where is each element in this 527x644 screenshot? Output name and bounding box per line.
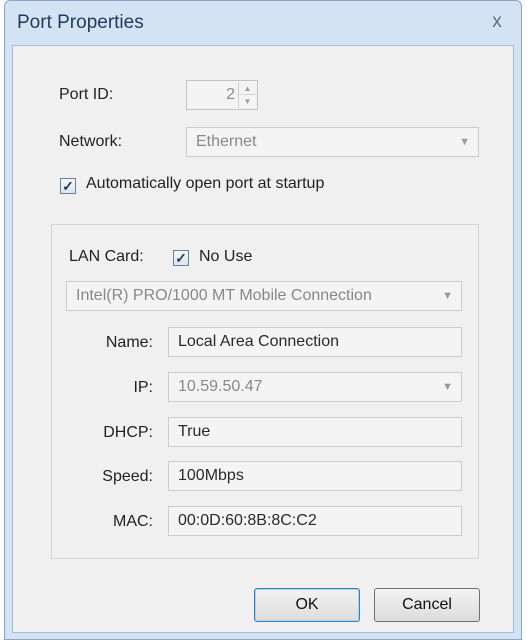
close-icon[interactable]: x (483, 8, 511, 36)
network-dropdown[interactable]: Ethernet ▼ (186, 127, 479, 157)
lan-adapter-value: Intel(R) PRO/1000 MT Mobile Connection (76, 287, 372, 304)
ip-dropdown[interactable]: 10.59.50.47 ▼ (168, 372, 462, 402)
dialog-window: Port Properties x Port ID: 2 ▲ ▼ Network… (4, 0, 522, 640)
name-label: Name: (105, 334, 153, 351)
port-id-spinner[interactable]: 2 ▲ ▼ (186, 80, 258, 110)
dhcp-field: True (168, 417, 462, 447)
ip-value: 10.59.50.47 (178, 378, 263, 395)
auto-open-checkbox[interactable]: ✓ (60, 178, 76, 194)
speed-value: 100Mbps (178, 467, 244, 484)
no-use-checkbox[interactable]: ✓ (173, 250, 189, 266)
ok-button[interactable]: OK (254, 588, 360, 622)
lan-card-label: LAN Card: (69, 248, 144, 265)
speed-label: Speed: (102, 468, 153, 485)
spin-arrows-icon[interactable]: ▲ ▼ (238, 82, 256, 108)
port-id-label: Port ID: (59, 86, 114, 103)
mac-label: MAC: (113, 513, 153, 530)
auto-open-label: Automatically open port at startup (86, 175, 325, 192)
checkmark-icon: ✓ (62, 178, 74, 194)
dropdown-arrow-icon: ▼ (459, 136, 470, 148)
dhcp-value: True (178, 423, 211, 440)
speed-field: 100Mbps (168, 461, 462, 491)
lan-adapter-dropdown[interactable]: Intel(R) PRO/1000 MT Mobile Connection ▼ (66, 281, 462, 311)
name-value: Local Area Connection (178, 333, 339, 350)
spin-up-icon[interactable]: ▲ (239, 82, 256, 95)
ip-label: IP: (133, 379, 153, 396)
port-id-value: 2 (226, 86, 235, 103)
dropdown-arrow-icon: ▼ (442, 290, 453, 302)
dropdown-arrow-icon: ▼ (442, 381, 453, 393)
no-use-label: No Use (199, 248, 253, 265)
dialog-title: Port Properties (17, 12, 144, 33)
title-bar[interactable]: Port Properties x (5, 1, 521, 45)
network-label: Network: (59, 133, 123, 150)
cancel-button[interactable]: Cancel (374, 588, 480, 622)
mac-field: 00:0D:60:8B:8C:C2 (168, 506, 462, 536)
checkmark-icon: ✓ (175, 250, 187, 266)
mac-value: 00:0D:60:8B:8C:C2 (178, 512, 317, 529)
dhcp-label: DHCP: (103, 424, 153, 441)
network-value: Ethernet (196, 133, 257, 150)
name-field: Local Area Connection (168, 327, 462, 357)
spin-down-icon[interactable]: ▼ (239, 95, 256, 108)
dialog-body: Port ID: 2 ▲ ▼ Network: Ethernet ▼ ✓ Aut… (12, 45, 514, 633)
